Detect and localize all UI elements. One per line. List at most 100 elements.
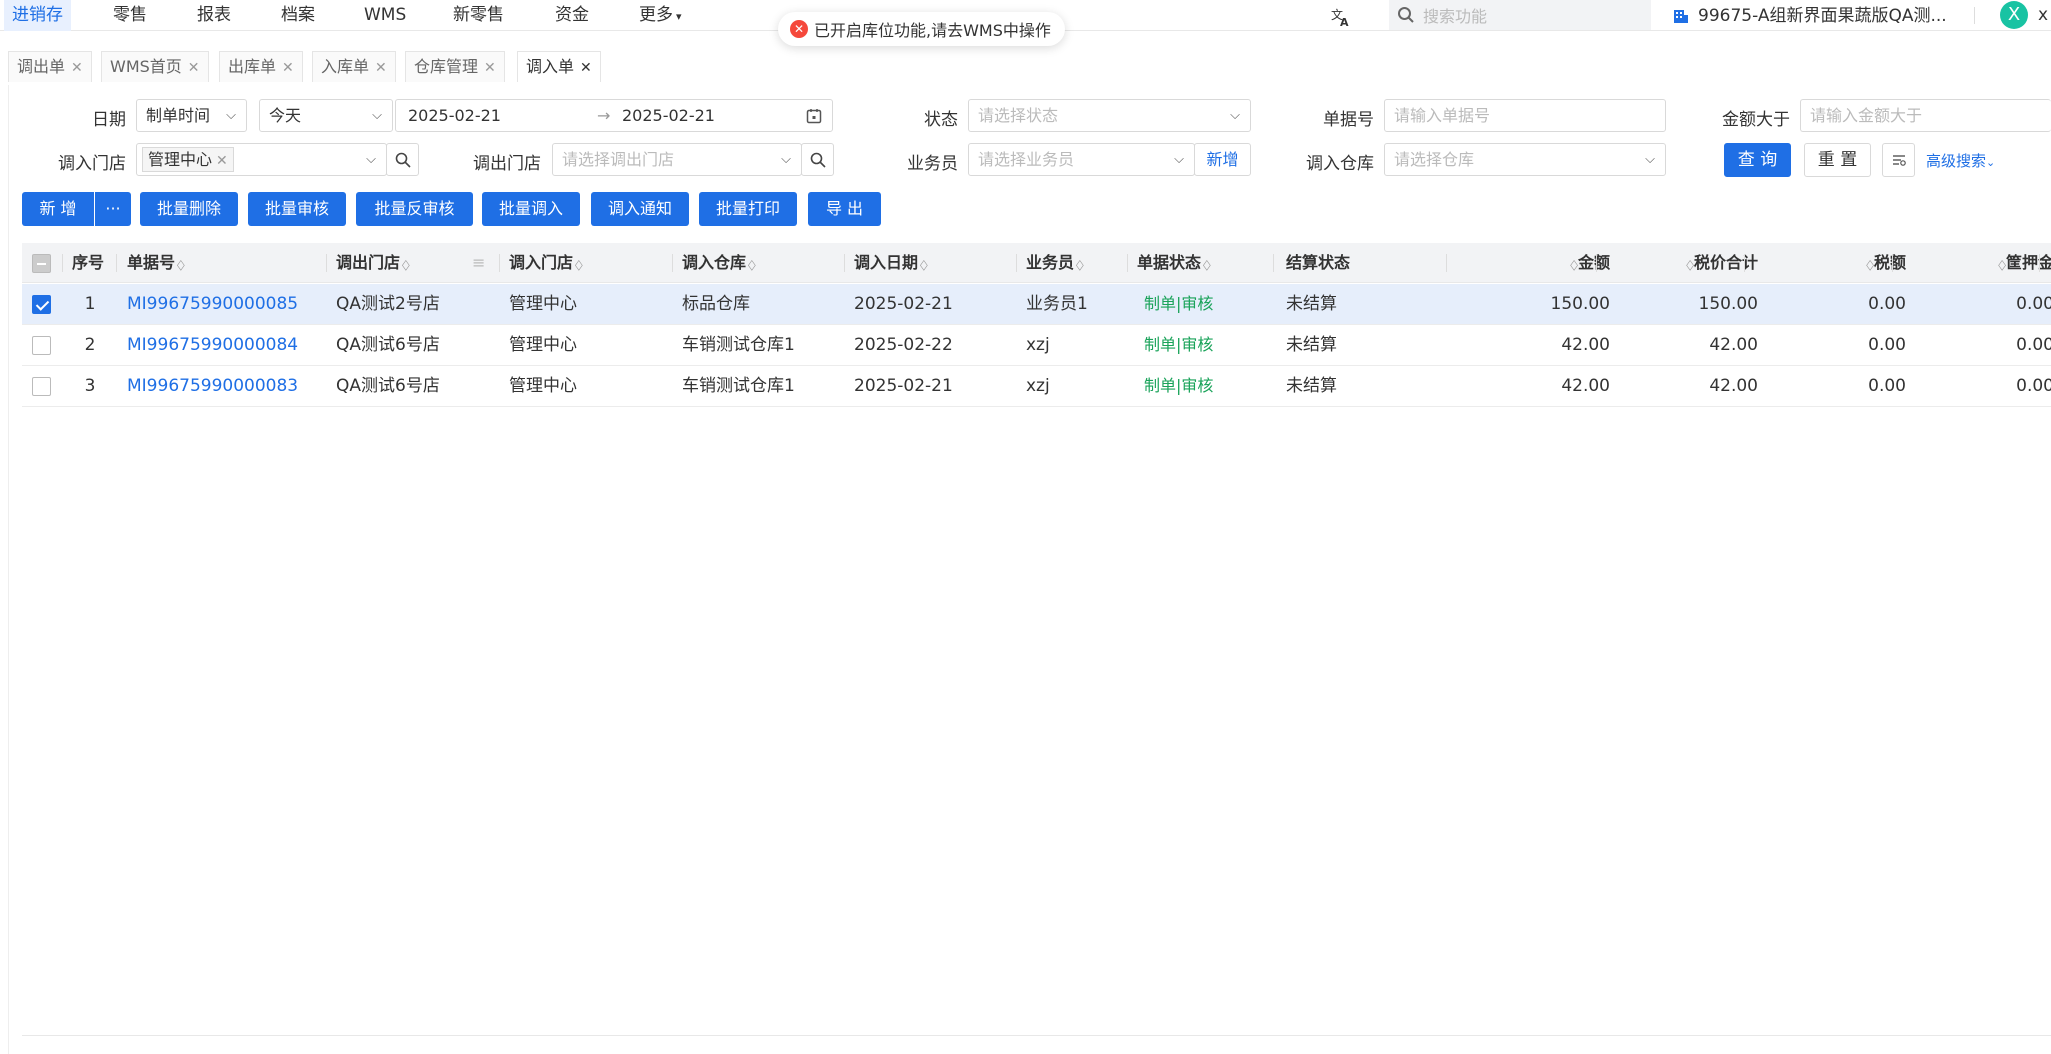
query-button[interactable]: 查 询 bbox=[1724, 143, 1791, 177]
header-salesperson[interactable]: 业务员 ◇ bbox=[1026, 243, 1084, 283]
table-row[interactable]: 2 MI99675990000084 QA测试6号店 管理中心 车销测试仓库1 … bbox=[22, 325, 2051, 366]
batch-print-button[interactable]: 批量打印 bbox=[699, 192, 797, 226]
tab-transfer-in[interactable]: 调入单 ✕ bbox=[517, 51, 601, 82]
row-checkbox[interactable] bbox=[32, 295, 51, 314]
batch-transfer-in-button[interactable]: 批量调入 bbox=[482, 192, 580, 226]
add-button[interactable]: 新 增 bbox=[22, 192, 94, 226]
table-row[interactable]: 1 MI99675990000085 QA测试2号店 管理中心 标品仓库 202… bbox=[22, 284, 2051, 325]
column-divider bbox=[1127, 254, 1128, 272]
close-icon[interactable]: ✕ bbox=[71, 60, 83, 76]
batch-unaudit-button[interactable]: 批量反审核 bbox=[356, 192, 473, 226]
header-doc-status[interactable]: 单据状态 ◇ bbox=[1137, 243, 1211, 283]
status-audited: 审核 bbox=[1181, 335, 1214, 354]
header-in-store[interactable]: 调入门店 ◇ bbox=[509, 243, 583, 283]
sales-add-button[interactable]: 新增 bbox=[1194, 143, 1251, 176]
date-type-select[interactable]: 制单时间 ⌵ bbox=[136, 99, 247, 132]
nav-item-jinxiaocun[interactable]: 进销存 bbox=[4, 0, 71, 31]
close-icon[interactable]: ✕ bbox=[188, 60, 200, 76]
header-tax-total[interactable]: ◇税价合计 bbox=[1596, 243, 1758, 283]
tab-label: 调入单 bbox=[526, 57, 575, 76]
batch-delete-button[interactable]: 批量删除 bbox=[140, 192, 238, 226]
warehouse-select[interactable]: 请选择仓库 ⌵ bbox=[1384, 143, 1666, 176]
nav-item-archive[interactable]: 档案 bbox=[281, 0, 315, 31]
cell-doc-no-link[interactable]: MI99675990000085 bbox=[127, 284, 298, 324]
column-divider bbox=[844, 254, 845, 272]
cell-in-warehouse: 车销测试仓库1 bbox=[682, 335, 795, 355]
in-store-select[interactable]: 管理中心 ✕ ⌵ bbox=[136, 143, 387, 176]
close-icon[interactable]: ✕ bbox=[484, 60, 496, 76]
status-select[interactable]: 请选择状态 ⌵ bbox=[968, 99, 1251, 132]
advanced-search-label: 高级搜索 bbox=[1926, 152, 1987, 170]
cell-doc-no-link[interactable]: MI99675990000084 bbox=[127, 325, 298, 365]
close-icon[interactable]: ✕ bbox=[375, 60, 387, 76]
translate-icon[interactable]: 文A bbox=[1330, 0, 1352, 31]
header-label: 筐押金 bbox=[2005, 253, 2051, 272]
header-deposit[interactable]: ◇筐押金 bbox=[1892, 243, 2051, 283]
cell-amount: 150.00 bbox=[1550, 294, 1610, 314]
select-all-checkbox[interactable] bbox=[32, 254, 51, 273]
cell-doc-no-link[interactable]: MI99675990000083 bbox=[127, 366, 298, 406]
out-store-search-button[interactable] bbox=[801, 143, 834, 176]
date-preset-select[interactable]: 今天 ⌵ bbox=[259, 99, 393, 132]
company-switcher[interactable]: 99675-A组新界面果蔬版QA测... bbox=[1672, 0, 1947, 31]
reset-button[interactable]: 重 置 bbox=[1804, 143, 1871, 177]
table-row[interactable]: 3 MI99675990000083 QA测试6号店 管理中心 车销测试仓库1 … bbox=[22, 366, 2051, 407]
status-created: 制单 bbox=[1144, 376, 1177, 395]
column-settings-button[interactable] bbox=[1882, 143, 1915, 177]
tab-label: 调出单 bbox=[17, 57, 66, 76]
cell-doc-status: 制单|审核 bbox=[1144, 284, 1213, 324]
amount-gt-input[interactable]: 请输入金额大于 bbox=[1800, 99, 2051, 132]
transfer-notice-button[interactable]: 调入通知 bbox=[591, 192, 689, 226]
header-out-store[interactable]: 调出门店 ◇ bbox=[336, 243, 410, 283]
batch-audit-button[interactable]: 批量审核 bbox=[248, 192, 346, 226]
drag-handle-icon[interactable]: ≡ bbox=[472, 243, 485, 283]
status-created: 制单 bbox=[1144, 294, 1177, 313]
in-store-search-button[interactable] bbox=[386, 143, 419, 176]
avatar[interactable]: X bbox=[2000, 1, 2028, 29]
tab-transfer-out[interactable]: 调出单 ✕ bbox=[8, 51, 92, 82]
header-amount[interactable]: ◇金额 bbox=[1446, 243, 1610, 283]
column-divider bbox=[62, 254, 63, 272]
tab-inbound[interactable]: 入库单 ✕ bbox=[312, 51, 396, 82]
header-in-warehouse[interactable]: 调入仓库 ◇ bbox=[682, 243, 756, 283]
header-doc-no[interactable]: 单据号 ◇ bbox=[127, 243, 185, 283]
status-audited: 审核 bbox=[1181, 294, 1214, 313]
export-button[interactable]: 导 出 bbox=[808, 192, 881, 226]
nav-item-new-retail[interactable]: 新零售 bbox=[453, 0, 504, 31]
nav-item-more[interactable]: 更多 ▾ bbox=[639, 0, 682, 31]
nav-item-funds[interactable]: 资金 bbox=[555, 0, 589, 31]
nav-item-reports[interactable]: 报表 bbox=[197, 0, 231, 31]
chevron-down-icon: ⌵ bbox=[781, 152, 791, 167]
header-tax[interactable]: ◇税额 bbox=[1744, 243, 1906, 283]
tab-outbound[interactable]: 出库单 ✕ bbox=[219, 51, 303, 82]
nav-item-wms[interactable]: WMS bbox=[364, 0, 406, 31]
row-checkbox[interactable] bbox=[32, 377, 51, 396]
date-preset-value: 今天 bbox=[269, 106, 302, 125]
amount-gt-label: 金额大于 bbox=[1722, 110, 1790, 130]
header-index: 序号 bbox=[72, 253, 105, 272]
close-icon[interactable]: ✕ bbox=[282, 60, 294, 76]
cell-salesperson: 业务员1 bbox=[1026, 294, 1088, 314]
close-icon[interactable]: ✕ bbox=[580, 60, 592, 76]
tab-warehouse-manage[interactable]: 仓库管理 ✕ bbox=[405, 51, 505, 82]
date-range-picker[interactable]: 2025-02-21 → 2025-02-21 bbox=[395, 99, 833, 132]
tab-label: 入库单 bbox=[321, 57, 370, 76]
advanced-search-link[interactable]: 高级搜索⌄ bbox=[1926, 150, 1995, 171]
caret-down-icon: ▾ bbox=[676, 10, 682, 23]
building-icon bbox=[1674, 9, 1688, 23]
column-divider bbox=[672, 254, 673, 272]
sales-select[interactable]: 请选择业务员 ⌵ bbox=[968, 143, 1195, 176]
nav-item-retail[interactable]: 零售 bbox=[113, 0, 147, 31]
row-checkbox[interactable] bbox=[32, 336, 51, 355]
tag-close-icon[interactable]: ✕ bbox=[216, 153, 228, 169]
user-name[interactable]: x bbox=[2038, 0, 2048, 31]
function-search-input[interactable]: 搜索功能 bbox=[1389, 0, 1651, 30]
header-in-date[interactable]: 调入日期 ◇ bbox=[854, 243, 928, 283]
more-actions-button[interactable]: ··· bbox=[95, 192, 131, 226]
out-store-select[interactable]: 请选择调出门店 ⌵ bbox=[552, 143, 802, 176]
cell-out-store: QA测试2号店 bbox=[336, 294, 440, 314]
doc-no-input[interactable]: 请输入单据号 bbox=[1384, 99, 1666, 132]
cell-deposit: 0.00 bbox=[2016, 376, 2051, 396]
tab-wms-home[interactable]: WMS首页 ✕ bbox=[101, 51, 209, 82]
chevron-down-icon: ⌵ bbox=[1174, 152, 1184, 167]
